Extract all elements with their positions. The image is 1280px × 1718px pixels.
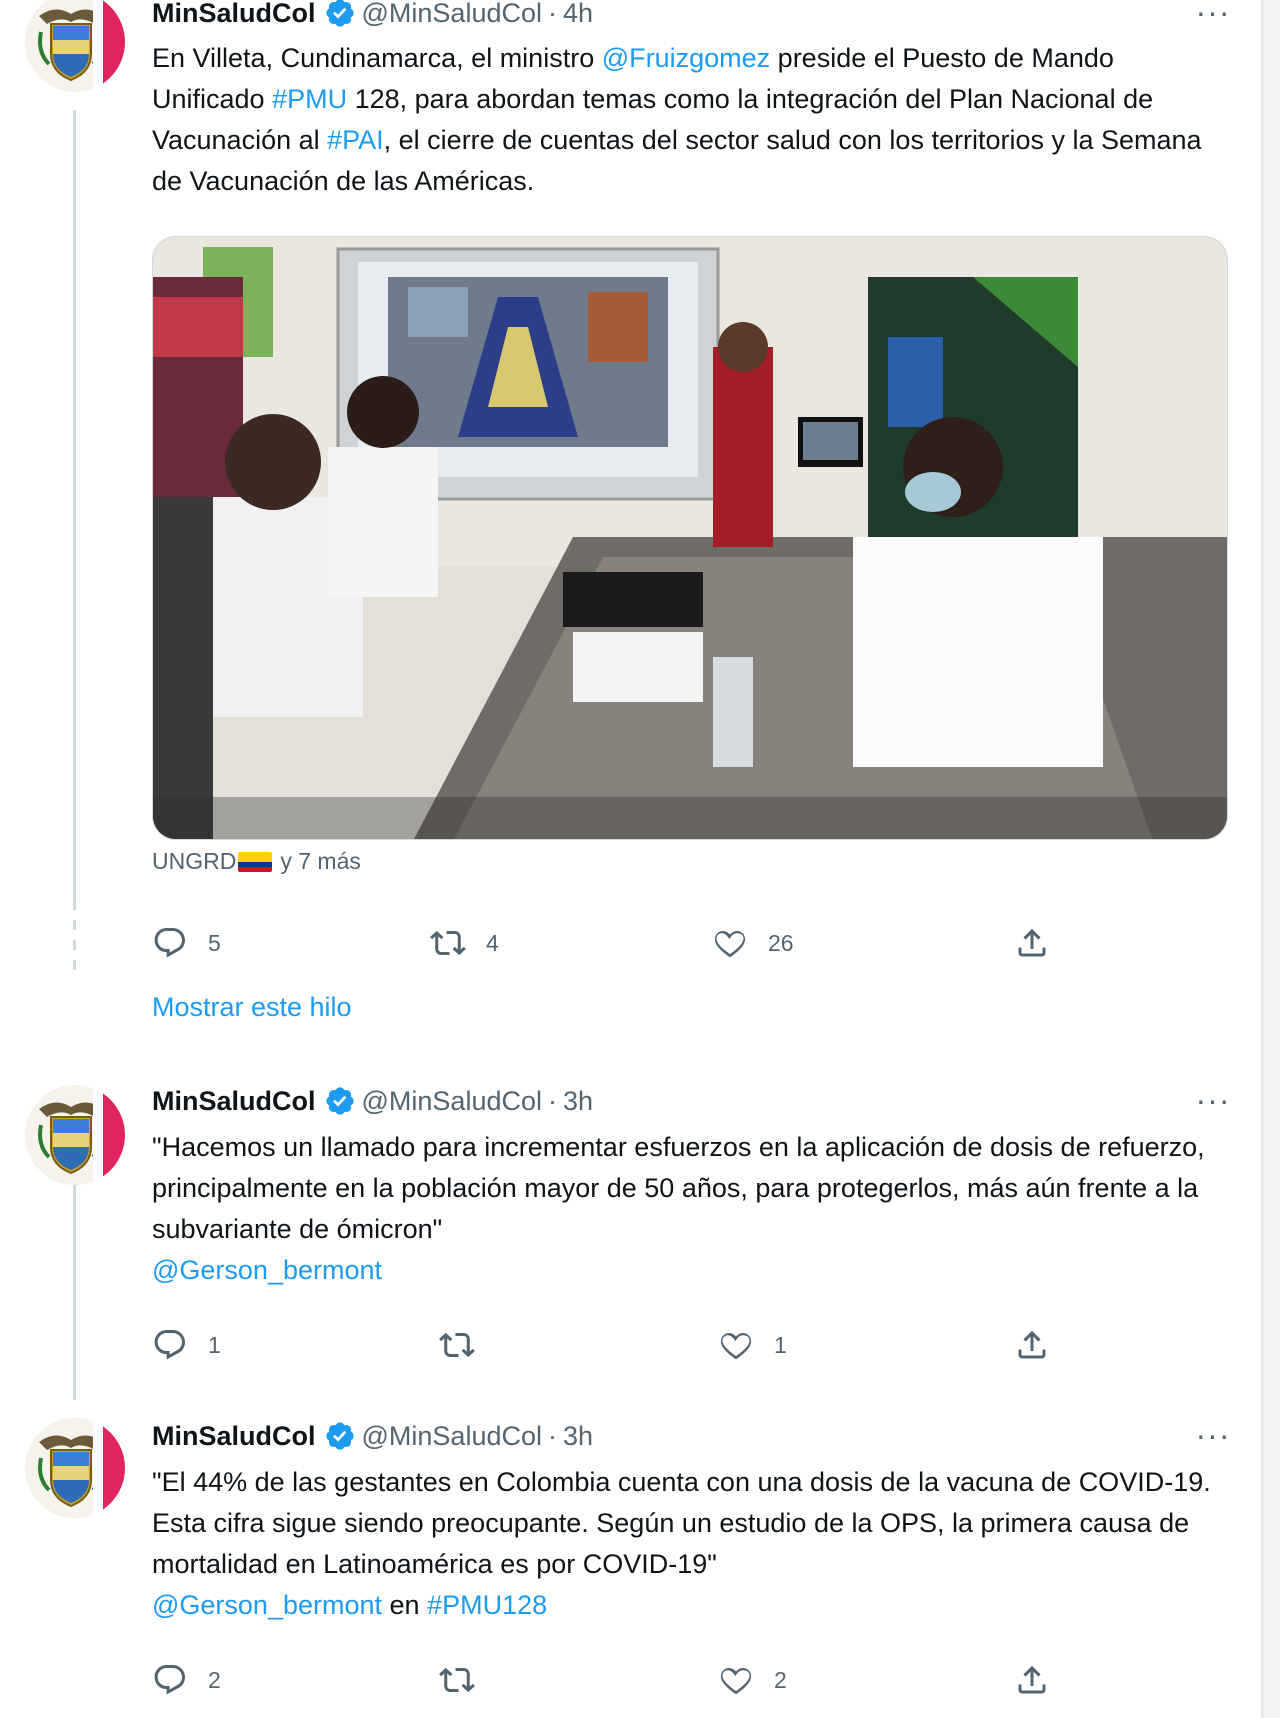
share-icon [1018,1665,1046,1694]
display-name[interactable]: MinSaludCol [152,0,316,29]
like-button[interactable]: 26 [712,923,794,963]
tweet-header: MinSaludCol @MinSaludCol · 3h [152,1083,593,1119]
like-count: 26 [768,929,794,956]
user-handle[interactable]: @MinSaludCol [362,0,542,29]
reply-icon [154,1665,185,1695]
share-button[interactable] [1014,1660,1050,1700]
retweet-icon [439,1332,475,1358]
reply-count: 5 [208,929,221,956]
retweet-button[interactable] [439,1660,495,1700]
avatar-stripe [93,1418,125,1518]
mention-link[interactable]: @Gerson_bermont [152,1590,382,1620]
text-segment: En Villeta, Cundinamarca, el ministro [152,43,602,73]
text-segment: en [382,1590,428,1620]
retweet-count: 4 [486,929,499,956]
share-button[interactable] [1014,923,1050,963]
avatar-stripe [93,1085,125,1185]
separator-dot: · [547,1085,557,1116]
colombia-flag-icon [238,851,273,872]
timestamp[interactable]: 3h [563,1421,593,1452]
user-handle[interactable]: @MinSaludCol [362,1086,542,1117]
reply-button[interactable]: 1 [152,1325,221,1365]
text-segment: "Hacemos un llamado para incrementar esf… [152,1132,1205,1244]
avatar[interactable] [25,0,125,92]
mention-link[interactable]: @Fruizgomez [602,43,770,73]
timeline: MinSaludCol @MinSaludCol · 4h ··· En Vil… [0,0,1262,1718]
heart-icon [714,930,746,958]
reply-icon [154,928,185,958]
user-handle[interactable]: @MinSaludCol [362,1421,542,1452]
heart-icon [720,1332,752,1360]
meeting-room-photo [153,237,1227,839]
retweet-icon [430,930,466,956]
verified-badge-icon [325,0,354,27]
reply-button[interactable]: 5 [152,923,221,963]
mention-link[interactable]: @Gerson_bermont [152,1255,382,1285]
separator-dot: · [547,0,557,28]
timestamp[interactable]: 3h [563,1086,593,1117]
more-options-icon[interactable]: ··· [1188,1419,1238,1461]
avatar[interactable] [25,1085,125,1185]
tweet-text: "El 44% de las gestantes en Colombia cue… [152,1462,1232,1626]
text-segment: "El 44% de las gestantes en Colombia cue… [152,1467,1211,1579]
more-options-icon[interactable]: ··· [1188,0,1238,38]
retweet-button[interactable] [439,1325,495,1365]
verified-badge-icon [325,1087,354,1115]
tagged-users[interactable]: UNGRD y 7 más [152,848,361,875]
like-count: 1 [774,1331,787,1358]
like-count: 2 [774,1666,787,1693]
tweet-text: "Hacemos un llamado para incrementar esf… [152,1127,1232,1291]
separator-dot: · [547,1420,557,1451]
tagged-user-label: UNGRD [152,848,237,874]
display-name[interactable]: MinSaludCol [152,1086,316,1117]
more-options-icon[interactable]: ··· [1188,1084,1238,1126]
tweet[interactable]: MinSaludCol @MinSaludCol · 3h ··· "Hacem… [0,1075,1262,1385]
reply-count: 1 [208,1331,221,1358]
like-button[interactable]: 2 [718,1660,787,1700]
tweet-actions: 1 1 [152,1325,1072,1365]
hashtag-link[interactable]: #PAI [327,125,384,155]
scrollbar[interactable] [1262,0,1280,1718]
timestamp[interactable]: 4h [563,0,593,29]
like-button[interactable]: 1 [718,1325,787,1365]
hashtag-link[interactable]: #PMU128 [427,1590,547,1620]
display-name[interactable]: MinSaludCol [152,1421,316,1452]
reply-icon [154,1330,185,1360]
reply-count: 2 [208,1666,221,1693]
hashtag-link[interactable]: #PMU [272,84,347,114]
tweet-actions: 5 4 26 [152,923,1072,963]
heart-icon [720,1667,752,1695]
tweet-photo[interactable] [152,236,1228,840]
show-thread-link[interactable]: Mostrar este hilo [152,992,352,1023]
share-icon [1018,1330,1046,1359]
reply-button[interactable]: 2 [152,1660,221,1700]
tweet[interactable]: MinSaludCol @MinSaludCol · 4h ··· En Vil… [0,0,1262,1060]
tweet-header: MinSaludCol @MinSaludCol · 3h [152,1418,593,1454]
share-icon [1018,928,1046,957]
tweet-header: MinSaludCol @MinSaludCol · 4h [152,0,593,31]
avatar-stripe [93,0,125,92]
tweet[interactable]: MinSaludCol @MinSaludCol · 3h ··· "El 44… [0,1410,1262,1718]
share-button[interactable] [1014,1325,1050,1365]
tagged-more-label: y 7 más [280,848,361,874]
retweet-icon [439,1667,475,1693]
retweet-button[interactable]: 4 [430,923,499,963]
verified-badge-icon [325,1422,354,1450]
tweet-text: En Villeta, Cundinamarca, el ministro @F… [152,38,1232,202]
tweet-actions: 2 2 [152,1660,1072,1700]
avatar[interactable] [25,1418,125,1518]
